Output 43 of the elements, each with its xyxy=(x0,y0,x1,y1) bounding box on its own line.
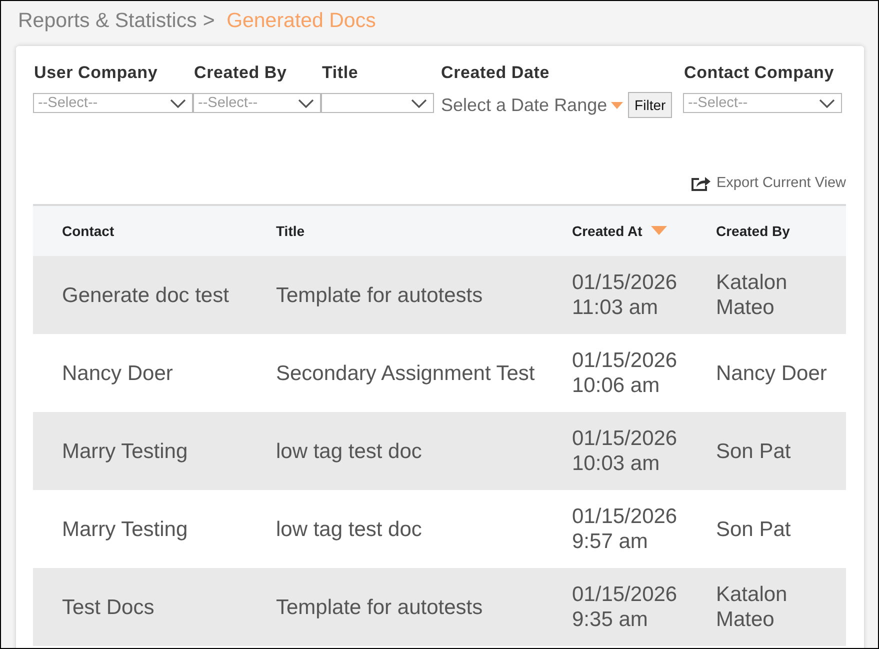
table-cell: Secondary Assignment Test xyxy=(247,334,543,412)
filter-label: User Company xyxy=(33,64,159,82)
chevron-down-icon xyxy=(819,98,835,108)
column-header[interactable]: Contact xyxy=(33,205,247,256)
table-cell: 01/15/2026 11:03 am xyxy=(543,256,687,334)
table-cell: Katalon Mateo xyxy=(687,256,846,334)
chevron-down-icon xyxy=(411,98,427,108)
table-cell: Nancy Doer xyxy=(687,334,846,412)
table-cell: Template for autotests xyxy=(247,256,543,334)
filter-label: Created By xyxy=(193,64,288,82)
breadcrumb-link[interactable]: Reports & Statistics xyxy=(18,9,197,32)
filter-label: Contact Company xyxy=(683,64,835,82)
table-cell: 01/15/2026 10:03 am xyxy=(543,412,687,490)
filter-button[interactable]: Filter xyxy=(628,92,672,118)
table-cell: 01/15/2026 9:57 am xyxy=(543,490,687,568)
chevron-down-icon xyxy=(170,98,186,108)
table-cell: Marry Testing xyxy=(33,490,247,568)
chevron-down-icon xyxy=(298,98,314,108)
table-cell: Test Docs xyxy=(33,568,247,646)
sort-descending-icon xyxy=(651,226,668,235)
table-cell: Template for autotests xyxy=(247,568,543,646)
table-cell: Generate doc test xyxy=(33,256,247,334)
caret-down-icon xyxy=(611,102,624,109)
table-cell: Son Pat xyxy=(687,490,846,568)
table-cell: low tag test doc xyxy=(247,490,543,568)
export-link[interactable]: Export Current View xyxy=(690,173,846,193)
column-header[interactable]: Created By xyxy=(687,205,846,256)
table-cell: Marry Testing xyxy=(33,412,247,490)
table-cell: Nancy Doer xyxy=(33,334,247,412)
filter-label: Title xyxy=(321,64,360,82)
table-cell: 01/15/2026 10:06 am xyxy=(543,334,687,412)
filter-label: Created Date xyxy=(441,64,550,82)
column-header[interactable]: Title xyxy=(247,205,543,256)
table-cell: Katalon Mateo xyxy=(687,568,846,646)
dropdown-field[interactable] xyxy=(321,93,434,113)
table-cell: 01/15/2026 9:35 am xyxy=(543,568,687,646)
column-header[interactable]: Created At xyxy=(543,205,687,256)
export-icon xyxy=(690,175,711,191)
table-cell: low tag test doc xyxy=(247,412,543,490)
table-cell: Son Pat xyxy=(687,412,846,490)
breadcrumb-current: Generated Docs xyxy=(226,9,376,32)
breadcrumb-separator: > xyxy=(202,9,215,32)
date-range-dropdown[interactable]: Select a Date Range xyxy=(441,94,624,116)
